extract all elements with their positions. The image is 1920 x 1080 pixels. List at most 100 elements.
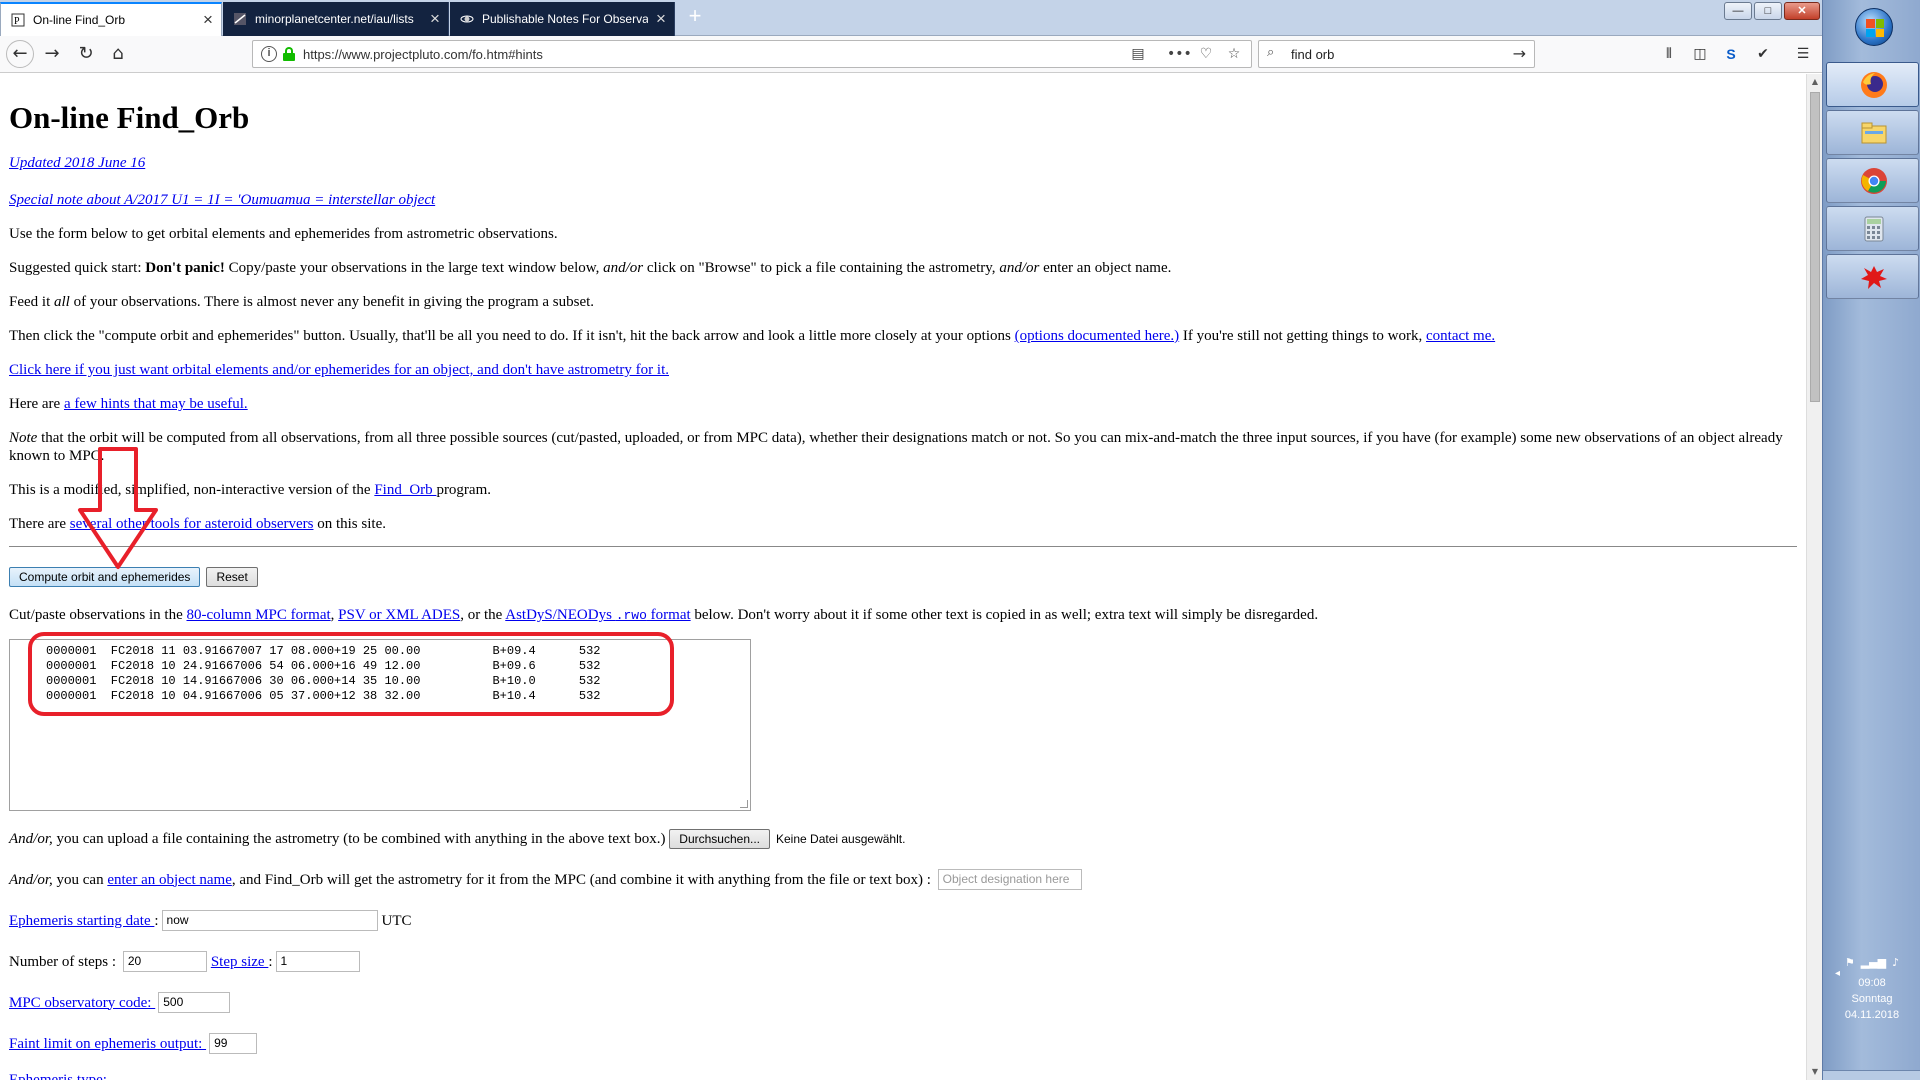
modified-paragraph: This is a modified, simplified, non-inte… bbox=[9, 481, 1797, 499]
feed-emphasis: all bbox=[54, 294, 70, 310]
click-here-no-astrometry-link[interactable]: Click here if you just want orbital elem… bbox=[9, 362, 669, 378]
ephemeris-start-input[interactable]: now bbox=[161, 910, 378, 931]
taskbar-calculator[interactable] bbox=[1826, 206, 1919, 251]
faint-limit-input[interactable]: 99 bbox=[209, 1033, 258, 1054]
reload-icon[interactable]: ↻ bbox=[72, 41, 100, 67]
step-size-input[interactable]: 1 bbox=[275, 951, 360, 972]
reset-button[interactable]: Reset bbox=[206, 567, 258, 587]
taskbar-red-app[interactable] bbox=[1826, 254, 1919, 299]
chrome-icon bbox=[1861, 168, 1887, 194]
tab-minorplanetcenter[interactable]: minorplanetcenter.net/iau/lists × bbox=[223, 2, 449, 36]
network-signal-icon[interactable]: ▂▄▆ bbox=[1861, 955, 1886, 971]
clock-day[interactable]: Sonntag bbox=[1823, 991, 1920, 1007]
special-note-link[interactable]: Special note about A/2017 U1 = 1I = 'Oum… bbox=[9, 192, 435, 208]
hints-text: Here are bbox=[9, 396, 64, 412]
sidebar-icon[interactable]: ◫ bbox=[1687, 42, 1713, 66]
new-tab-button[interactable]: + bbox=[682, 3, 708, 29]
tab-title: minorplanetcenter.net/iau/lists bbox=[255, 12, 414, 26]
tab-find-orb[interactable]: P On-line Find_Orb × bbox=[0, 2, 222, 36]
check-extension-icon[interactable]: ✔ bbox=[1750, 42, 1776, 66]
ephemeris-type-link[interactable]: Ephemeris type: bbox=[9, 1071, 107, 1080]
number-of-steps-input[interactable]: 20 bbox=[122, 951, 207, 972]
browse-file-button[interactable]: Durchsuchen... bbox=[669, 829, 770, 849]
tab-close-icon[interactable]: × bbox=[422, 9, 448, 29]
back-arrow-icon[interactable]: ← bbox=[6, 40, 34, 68]
tab-title: On-line Find_Orb bbox=[33, 13, 126, 27]
upload-line: And/or, you can upload a file containing… bbox=[9, 829, 1797, 849]
clock-date[interactable]: 04.11.2018 bbox=[1823, 1007, 1920, 1023]
find-orb-link[interactable]: Find_Orb bbox=[374, 482, 436, 498]
ades-format-link[interactable]: PSV or XML ADES bbox=[338, 607, 460, 623]
tab-bar: P On-line Find_Orb × minorplanetcenter.n… bbox=[0, 0, 1822, 36]
page-viewport: On-line Find_Orb Updated 2018 June 16 Sp… bbox=[0, 74, 1806, 1080]
scroll-down-arrow-icon[interactable]: ▼ bbox=[1807, 1064, 1823, 1080]
step-size-separator: : bbox=[268, 953, 273, 970]
mpc-code-line: MPC observatory code: 500 bbox=[9, 992, 1797, 1013]
info-icon[interactable]: i bbox=[261, 46, 277, 62]
faint-limit-link[interactable]: Faint limit on ephemeris output: bbox=[9, 1035, 206, 1053]
clock-time[interactable]: 09:08 bbox=[1823, 975, 1920, 991]
search-bar[interactable]: ⌕ find orb → bbox=[1258, 40, 1535, 68]
quickstart-prefix: Suggested quick start: bbox=[9, 260, 146, 276]
updated-link[interactable]: Updated 2018 June 16 bbox=[9, 154, 145, 172]
s-extension-icon[interactable]: S bbox=[1718, 42, 1744, 66]
steps-line: Number of steps : 20 Step size : 1 bbox=[9, 951, 1797, 972]
forward-arrow-icon[interactable]: → bbox=[38, 41, 66, 67]
dont-panic-text: Don't panic! bbox=[145, 260, 225, 276]
step-size-link[interactable]: Step size bbox=[211, 953, 269, 971]
pocket-icon[interactable]: ♡ bbox=[1195, 44, 1217, 64]
show-desktop-button[interactable] bbox=[1823, 1070, 1920, 1080]
search-go-arrow-icon[interactable]: → bbox=[1513, 44, 1526, 63]
object-designation-input[interactable]: Object designation here bbox=[937, 869, 1082, 890]
taskbar-firefox[interactable] bbox=[1826, 62, 1919, 107]
astdys-format-link[interactable]: AstDyS/NEODys .rwo format bbox=[505, 607, 690, 623]
other-tools-link[interactable]: several other tools for asteroid observe… bbox=[70, 516, 314, 532]
lock-icon[interactable] bbox=[283, 47, 295, 61]
file-status: Keine Datei ausgewählt. bbox=[776, 832, 906, 846]
library-icon[interactable]: ⫴ bbox=[1656, 42, 1682, 66]
close-window-button[interactable]: ✕ bbox=[1784, 2, 1820, 20]
tab-publishable-notes[interactable]: Publishable Notes For Observat × bbox=[450, 2, 675, 36]
navigation-toolbar: ← → ↻ ⌂ i https://www.projectpluto.com/f… bbox=[0, 36, 1822, 73]
bookmark-star-icon[interactable]: ☆ bbox=[1223, 44, 1245, 64]
maximize-button[interactable]: □ bbox=[1754, 2, 1782, 20]
mpc-observatory-code-link[interactable]: MPC observatory code: bbox=[9, 994, 155, 1012]
mpc-format-link[interactable]: 80-column MPC format bbox=[186, 607, 330, 623]
contact-me-link[interactable]: contact me. bbox=[1426, 328, 1495, 344]
search-input[interactable]: find orb bbox=[1291, 47, 1334, 62]
page-scrollbar[interactable]: ▲ ▼ bbox=[1806, 74, 1822, 1080]
utc-label: UTC bbox=[381, 912, 412, 929]
hints-link[interactable]: a few hints that may be useful. bbox=[64, 396, 248, 412]
action-center-flag-icon[interactable]: ⚑ bbox=[1845, 955, 1855, 971]
ephemeris-start-line: Ephemeris starting date : now UTC bbox=[9, 910, 1797, 931]
firefox-icon bbox=[1861, 72, 1887, 98]
calculator-icon bbox=[1864, 216, 1884, 242]
ephemeris-start-separator: : bbox=[154, 912, 159, 929]
note-paragraph: Note that the orbit will be computed fro… bbox=[9, 429, 1797, 465]
page-actions-icon[interactable]: ••• bbox=[1167, 44, 1192, 64]
compute-orbit-button[interactable]: Compute orbit and ephemerides bbox=[9, 567, 201, 587]
andor-text: and/or bbox=[603, 260, 644, 276]
volume-icon[interactable]: ♪ bbox=[1892, 955, 1899, 971]
taskbar-file-explorer[interactable] bbox=[1826, 110, 1919, 155]
scroll-up-arrow-icon[interactable]: ▲ bbox=[1807, 74, 1823, 90]
minimize-button[interactable]: — bbox=[1724, 2, 1752, 20]
resize-grip-icon[interactable] bbox=[740, 800, 748, 808]
ephemeris-start-link[interactable]: Ephemeris starting date bbox=[9, 912, 154, 930]
options-documented-link[interactable]: (options documented here.) bbox=[1015, 328, 1180, 344]
pluto-favicon-icon: P bbox=[11, 13, 25, 27]
taskbar-chrome[interactable] bbox=[1826, 158, 1919, 203]
observations-textarea[interactable]: 0000001 FC2018 11 03.91667007 17 08.000+… bbox=[9, 639, 751, 811]
url-text[interactable]: https://www.projectpluto.com/fo.htm#hint… bbox=[303, 47, 543, 62]
tools-paragraph: There are several other tools for astero… bbox=[9, 515, 1797, 533]
enter-object-name-link[interactable]: enter an object name bbox=[107, 871, 232, 889]
home-icon[interactable]: ⌂ bbox=[104, 41, 132, 67]
mpc-observatory-code-input[interactable]: 500 bbox=[158, 992, 231, 1013]
menu-hamburger-icon[interactable]: ☰ bbox=[1790, 42, 1816, 66]
scroll-thumb[interactable] bbox=[1810, 92, 1820, 402]
start-button[interactable] bbox=[1855, 8, 1893, 46]
reader-view-icon[interactable]: ▤ bbox=[1127, 44, 1149, 64]
address-bar[interactable]: i https://www.projectpluto.com/fo.htm#hi… bbox=[252, 40, 1252, 68]
tab-close-icon[interactable]: × bbox=[195, 10, 221, 30]
tab-close-icon[interactable]: × bbox=[648, 9, 674, 29]
